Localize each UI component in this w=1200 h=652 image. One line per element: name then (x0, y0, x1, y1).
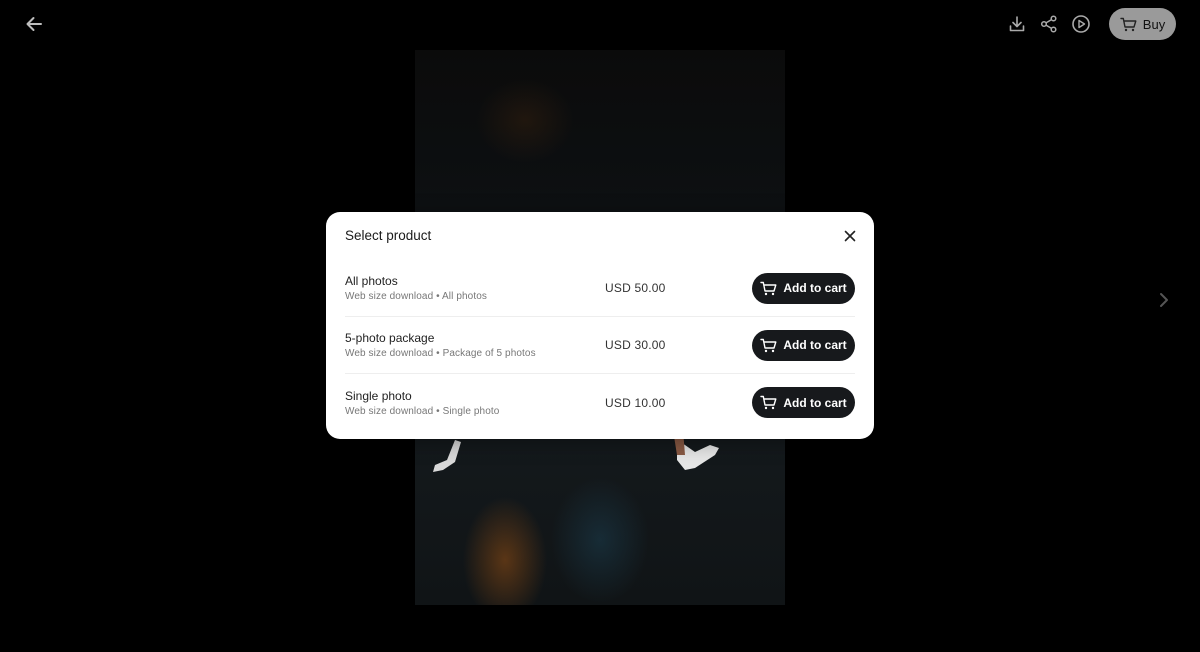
select-product-dialog: Select product All photos Web size downl… (326, 212, 874, 439)
product-name: 5-photo package (345, 331, 435, 345)
product-info: All photos Web size download • All photo… (345, 274, 605, 302)
product-row: Single photo Web size download • Single … (345, 374, 855, 431)
back-button[interactable] (20, 10, 48, 38)
dialog-title: Select product (345, 228, 432, 243)
next-photo-button[interactable] (1154, 290, 1174, 310)
product-info: 5-photo package Web size download • Pack… (345, 331, 605, 359)
dialog-header: Select product (345, 212, 856, 258)
download-icon (1009, 16, 1025, 32)
add-to-cart-label: Add to cart (783, 281, 847, 295)
cart-icon (1120, 17, 1137, 31)
share-icon (1040, 15, 1057, 33)
share-button[interactable] (1037, 12, 1061, 36)
product-price: USD 30.00 (605, 338, 666, 352)
close-icon (844, 230, 856, 241)
product-price: USD 50.00 (605, 281, 666, 295)
add-to-cart-button[interactable]: Add to cart (752, 272, 855, 304)
cart-icon (760, 395, 777, 410)
product-price: USD 10.00 (605, 395, 666, 410)
play-circle-icon (1072, 15, 1090, 33)
top-actions: Buy (1005, 8, 1176, 40)
close-button[interactable] (841, 227, 859, 245)
product-description: Web size download • Single photo (345, 405, 500, 417)
product-row: All photos Web size download • All photo… (345, 260, 855, 317)
product-description: Web size download • All photos (345, 291, 487, 302)
slideshow-button[interactable] (1069, 12, 1093, 36)
buy-button-label: Buy (1142, 16, 1166, 32)
add-to-cart-label: Add to cart (783, 338, 847, 352)
photo-viewer: Buy Select product All photos Web size d… (0, 0, 1200, 652)
add-to-cart-label: Add to cart (783, 395, 847, 410)
cart-icon (760, 281, 777, 295)
product-info: Single photo Web size download • Single … (345, 389, 605, 417)
add-to-cart-button[interactable]: Add to cart (752, 329, 855, 361)
arrow-left-icon (26, 17, 42, 31)
chevron-right-icon (1160, 293, 1168, 307)
cart-icon (760, 338, 777, 352)
product-name: Single photo (345, 388, 412, 403)
add-to-cart-button[interactable]: Add to cart (752, 387, 855, 418)
product-name: All photos (345, 274, 398, 288)
buy-button[interactable]: Buy (1109, 8, 1176, 40)
product-row: 5-photo package Web size download • Pack… (345, 317, 855, 374)
product-description: Web size download • Package of 5 photos (345, 348, 536, 359)
download-button[interactable] (1005, 12, 1029, 36)
